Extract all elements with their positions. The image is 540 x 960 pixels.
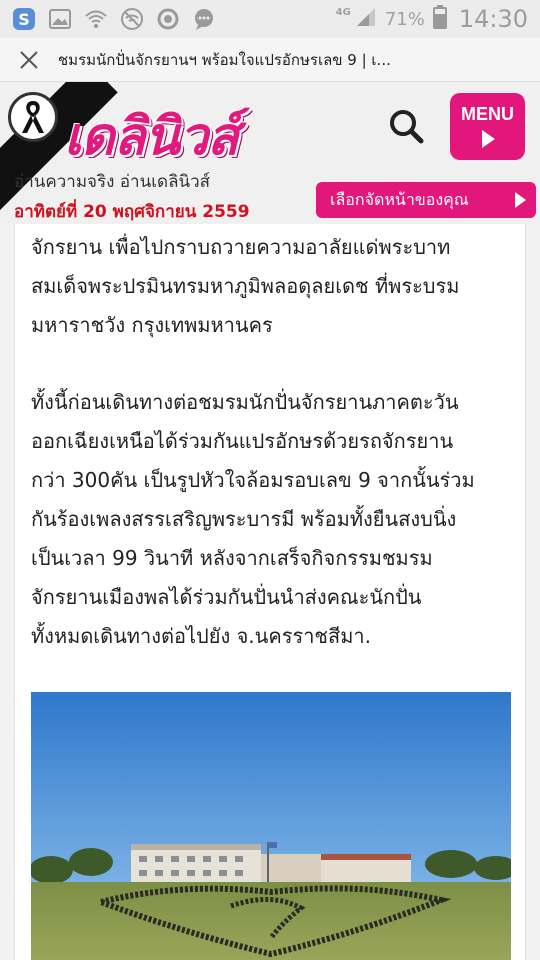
- menu-button[interactable]: MENU: [450, 93, 525, 160]
- wifi-icon: [84, 7, 108, 31]
- s-app-icon: S: [12, 7, 36, 31]
- text-line: ออกเฉียงเหนือได้ร่วมกันแปรอักษรด้วยรถจัก…: [31, 429, 454, 453]
- browser-title-bar: ชมรมนักปั่นจักรยานฯ พร้อมใจแปรอักษรเลข 9…: [0, 38, 540, 82]
- article-paragraph: ทั้งนี้ก่อนเดินทางต่อชมรมนักปั่นจักรยานภ…: [31, 345, 509, 656]
- text-line: มหาราชวัง กรุงเทพมหานคร: [31, 313, 273, 337]
- mourning-ribbon-icon: [8, 92, 58, 142]
- site-logo[interactable]: เดลินิวส์: [64, 94, 239, 177]
- gallery-icon: [48, 7, 72, 31]
- text-line: กันร้องเพลงสรรเสริญพระบารมี พร้อมทั้งยืน…: [31, 507, 457, 531]
- system-indicators: 4G 71% 14:30: [335, 4, 528, 34]
- wifi-off-icon: [120, 7, 144, 31]
- chat-icon: [192, 7, 216, 31]
- arrow-right-icon: [515, 192, 526, 208]
- text-line: จักรยานเมืองพลได้ร่วมกันปั่นนำส่งคณะนักป…: [31, 585, 422, 609]
- customize-layout-button[interactable]: เลือกจัดหน้าของคุณ: [316, 182, 536, 218]
- text-line: จักรยาน เพื่อไปกราบถวายความอาลัยแด่พระบา…: [31, 235, 451, 259]
- signal-icon: [355, 6, 377, 33]
- site-header: เดลินิวส์ MENU อ่านความจริง อ่านเดลินิวส…: [0, 82, 540, 224]
- article-photo[interactable]: [31, 692, 511, 960]
- page-title: ชมรมนักปั่นจักรยานฯ พร้อมใจแปรอักษรเลข 9…: [58, 50, 391, 69]
- search-icon[interactable]: [386, 106, 426, 146]
- text-line: ทั้งนี้ก่อนเดินทางต่อชมรมนักปั่นจักรยานภ…: [31, 390, 459, 414]
- date-label: อาทิตย์ที่ 20 พฤศจิกายน 2559: [14, 202, 250, 222]
- battery-percent: 71%: [384, 8, 425, 30]
- text-line: กว่า 300คัน เป็นรูปหัวใจล้อมรอบเลข 9 จาก…: [31, 468, 475, 492]
- notification-icons: S: [12, 7, 216, 31]
- text-line: สมเด็จพระปรมินทรมหาภูมิพลอดุลยเดช ที่พระ…: [31, 274, 460, 298]
- menu-label: MENU: [461, 104, 514, 124]
- customize-layout-label: เลือกจัดหน้าของคุณ: [330, 189, 469, 209]
- tagline: อ่านความจริง อ่านเดลินิวส์: [14, 172, 211, 192]
- play-arrow-icon: [481, 130, 495, 148]
- clock: 14:30: [458, 5, 528, 33]
- svg-text:S: S: [18, 10, 30, 29]
- battery-icon: [432, 4, 447, 34]
- close-icon[interactable]: [0, 38, 58, 82]
- sync-icon: [156, 7, 180, 31]
- status-bar: S 4G 71% 14:30: [0, 0, 540, 38]
- text-line: ทั้งหมดเดินทางต่อไปยัง จ.นครราชสีมา.: [31, 624, 371, 648]
- network-type: 4G: [335, 7, 351, 18]
- article-body: จักรยาน เพื่อไปกราบถวายความอาลัยแด่พระบา…: [14, 224, 526, 960]
- text-line: เป็นเวลา 99 วินาที หลังจากเสร็จกิจกรรมชม…: [31, 546, 433, 570]
- article-paragraph: จักรยาน เพื่อไปกราบถวายความอาลัยแด่พระบา…: [31, 224, 509, 345]
